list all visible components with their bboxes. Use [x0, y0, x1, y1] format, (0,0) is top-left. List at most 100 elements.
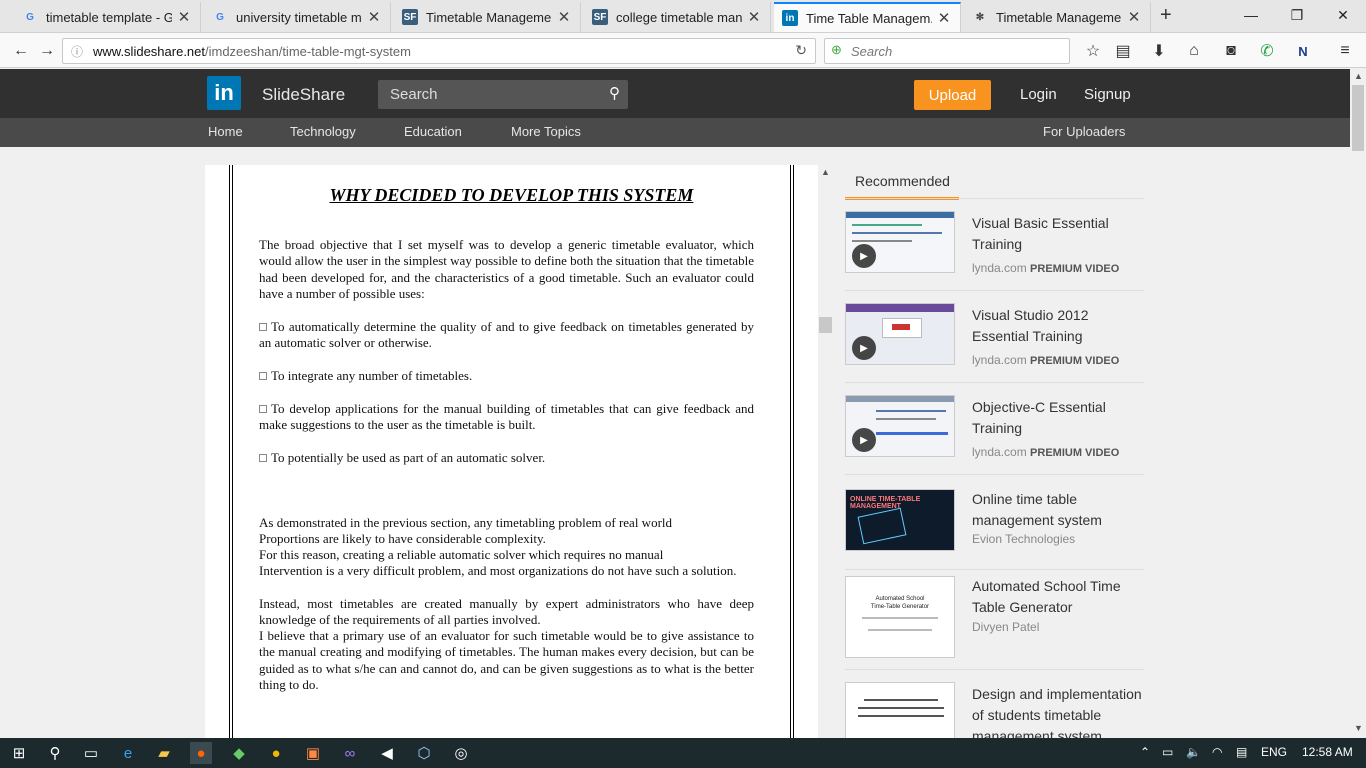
thumb-text-line: [864, 699, 938, 701]
browser-tab[interactable]: G university timetable m... ✕: [204, 2, 391, 32]
app-icon[interactable]: ◀: [376, 742, 398, 764]
extension-n-icon[interactable]: N: [1290, 38, 1316, 64]
page-scrollbar[interactable]: ▲ ▼: [1350, 69, 1366, 738]
close-tab-icon[interactable]: ✕: [1126, 8, 1142, 26]
linkedin-logo-icon[interactable]: in: [207, 76, 241, 110]
recommended-title[interactable]: Online time table management system: [972, 489, 1147, 531]
thumb-text-line: [868, 629, 932, 631]
scroll-up-icon[interactable]: ▲: [821, 167, 830, 177]
browser-tab[interactable]: ✻ Timetable Manageme... ✕: [964, 2, 1151, 32]
upload-button[interactable]: Upload: [914, 80, 991, 110]
bullet-item: To integrate any number of timetables.: [259, 368, 754, 384]
pocket-icon[interactable]: ◙: [1218, 38, 1244, 64]
video-thumbnail[interactable]: ▶: [845, 303, 955, 365]
browser-tab[interactable]: SF college timetable man... ✕: [584, 2, 771, 32]
home-icon[interactable]: ⌂: [1181, 38, 1207, 64]
minimize-icon[interactable]: —: [1228, 0, 1274, 30]
recommended-item[interactable]: ▶ Visual Basic Essential Training lynda.…: [845, 199, 1144, 291]
search-icon[interactable]: ⚲: [44, 742, 66, 764]
video-thumbnail[interactable]: ▶: [845, 211, 955, 273]
reload-icon[interactable]: ↻: [795, 42, 807, 59]
tab-recommended[interactable]: Recommended: [845, 168, 959, 200]
recommended-item[interactable]: Design and implementation of students ti…: [845, 670, 1144, 738]
play-icon[interactable]: ▶: [852, 336, 876, 360]
recommended-title[interactable]: Design and implementation of students ti…: [972, 684, 1144, 738]
battery-icon[interactable]: ▭: [1162, 745, 1173, 759]
document-scrollbar[interactable]: ▲: [818, 165, 833, 738]
close-tab-icon[interactable]: ✕: [936, 9, 952, 27]
recommended-title[interactable]: Visual Basic Essential Training: [972, 213, 1147, 255]
thumb-title-decoration: ONLINE TIME-TABLE MANAGEMENT: [850, 496, 921, 510]
play-icon[interactable]: ▶: [852, 428, 876, 452]
brand-name[interactable]: SlideShare: [262, 85, 345, 105]
clock[interactable]: 12:58 AM: [1302, 745, 1353, 759]
file-explorer-icon[interactable]: ▰: [153, 742, 175, 764]
close-tab-icon[interactable]: ✕: [746, 8, 762, 26]
video-thumbnail[interactable]: ▶: [845, 395, 955, 457]
recommended-title[interactable]: Objective-C Essential Training: [972, 397, 1147, 439]
forward-icon[interactable]: →: [34, 38, 60, 64]
browser-search-input[interactable]: ⊕ Search: [824, 38, 1070, 64]
login-link[interactable]: Login: [1020, 86, 1057, 103]
wifi-icon[interactable]: ◠: [1212, 745, 1222, 759]
chrome-icon[interactable]: ◎: [450, 742, 472, 764]
scroll-down-icon[interactable]: ▼: [1354, 723, 1363, 733]
nav-more-topics[interactable]: More Topics: [511, 124, 581, 139]
scroll-thumb[interactable]: [1352, 85, 1364, 151]
bookmark-star-icon[interactable]: ☆: [1080, 38, 1106, 64]
thumb-code-line: [852, 240, 912, 242]
linkedin-icon: in: [782, 10, 798, 26]
slide-thumbnail[interactable]: Automated School Time-Table Generator: [845, 576, 955, 658]
category-nav: Home Technology Education More Topics Fo…: [0, 118, 1350, 147]
notification-icon[interactable]: ▤: [1236, 745, 1247, 759]
close-tab-icon[interactable]: ✕: [176, 8, 192, 26]
app-icon[interactable]: ⬡: [413, 742, 435, 764]
menu-icon[interactable]: ≡: [1332, 38, 1358, 64]
scroll-up-icon[interactable]: ▲: [1354, 71, 1363, 81]
scroll-thumb[interactable]: [819, 317, 832, 333]
windows-start-icon[interactable]: ⊞: [8, 742, 30, 764]
app-icon[interactable]: ▣: [302, 742, 324, 764]
nav-technology[interactable]: Technology: [290, 124, 356, 139]
close-tab-icon[interactable]: ✕: [366, 8, 382, 26]
thumb-header: [846, 396, 954, 402]
url-bar[interactable]: ⓘ www.slideshare.net/imdzeeshan/time-tab…: [62, 38, 816, 64]
show-hidden-icons-icon[interactable]: ⌃: [1140, 745, 1150, 759]
back-icon[interactable]: ←: [8, 38, 34, 64]
restore-icon[interactable]: ❐: [1274, 0, 1320, 30]
task-view-icon[interactable]: ▭: [80, 742, 102, 764]
app-icon[interactable]: ◆: [228, 742, 250, 764]
slideshare-search-input[interactable]: Search ⚲: [378, 80, 628, 109]
slide-thumbnail[interactable]: [845, 682, 955, 738]
nav-for-uploaders[interactable]: For Uploaders: [1043, 124, 1125, 139]
recommended-title[interactable]: Automated School Time Table Generator: [972, 576, 1147, 618]
reading-list-icon[interactable]: ▤: [1110, 38, 1136, 64]
browser-tab[interactable]: G timetable template - G... ✕: [14, 2, 201, 32]
browser-tab[interactable]: SF Timetable Manageme... ✕: [394, 2, 581, 32]
play-icon[interactable]: ▶: [852, 244, 876, 268]
edge-icon[interactable]: e: [117, 742, 139, 764]
nav-education[interactable]: Education: [404, 124, 462, 139]
recommended-item[interactable]: ▶ Visual Studio 2012 Essential Training …: [845, 291, 1144, 383]
visual-studio-icon[interactable]: ∞: [339, 742, 361, 764]
slide-thumbnail[interactable]: ONLINE TIME-TABLE MANAGEMENT: [845, 489, 955, 551]
close-tab-icon[interactable]: ✕: [556, 8, 572, 26]
document-viewer[interactable]: WHY DECIDED TO DEVELOP THIS SYSTEM The b…: [205, 165, 818, 738]
close-window-icon[interactable]: ✕: [1320, 0, 1366, 30]
new-tab-icon[interactable]: +: [1160, 4, 1172, 27]
recommended-item[interactable]: ▶ Objective-C Essential Training lynda.c…: [845, 383, 1144, 475]
recommended-title[interactable]: Visual Studio 2012 Essential Training: [972, 305, 1147, 347]
nav-home[interactable]: Home: [208, 124, 243, 139]
firefox-icon[interactable]: ●: [190, 742, 212, 764]
bug-icon: ✻: [975, 11, 985, 23]
app-icon[interactable]: ●: [265, 742, 287, 764]
browser-tab-active[interactable]: in Time Table Managem... ✕: [774, 2, 961, 32]
download-icon[interactable]: ⬇: [1146, 38, 1172, 64]
language-indicator[interactable]: ENG: [1261, 745, 1287, 759]
recommended-item[interactable]: Automated School Time-Table Generator Au…: [845, 570, 1144, 670]
recommended-item[interactable]: ONLINE TIME-TABLE MANAGEMENT Online time…: [845, 475, 1144, 570]
search-icon[interactable]: ⚲: [609, 84, 620, 102]
signup-link[interactable]: Signup: [1084, 86, 1131, 103]
volume-icon[interactable]: 🔈: [1186, 745, 1201, 759]
whatsapp-icon[interactable]: ✆: [1254, 38, 1280, 64]
